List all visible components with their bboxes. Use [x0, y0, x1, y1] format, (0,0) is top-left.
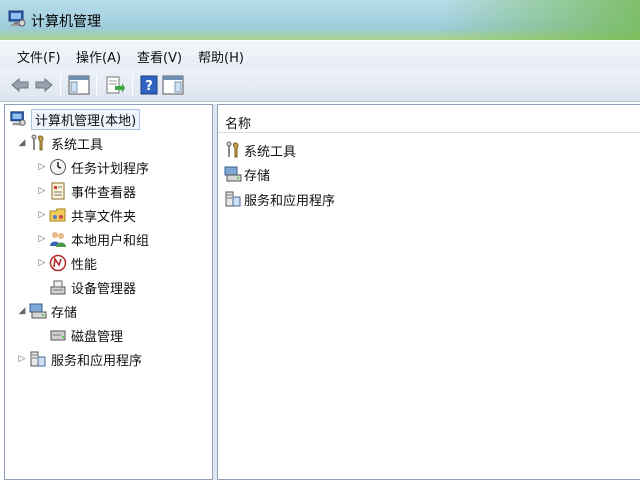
collapsed-arrow-icon[interactable]: ▷: [15, 352, 29, 366]
svg-text:?: ?: [145, 79, 153, 94]
show-hide-action-pane-icon[interactable]: [161, 73, 185, 97]
list-item-label: 服务和应用程序: [244, 193, 336, 209]
tree-root-label: 计算机管理(本地): [31, 108, 141, 130]
services-icon: [29, 350, 47, 368]
menu-view[interactable]: 查看(V): [137, 47, 182, 66]
performance-icon: [49, 254, 67, 272]
title-bar[interactable]: 计算机管理: [0, 0, 640, 40]
users-icon: [49, 230, 67, 248]
console-tree[interactable]: 计算机管理(本地) ◢ 系统工具 ▷ 任务计划程序 ▷ 事件查看器 ▷ 共享文件…: [4, 104, 213, 480]
toolbar: ?: [0, 68, 640, 102]
tree-item-label: 性能: [71, 257, 98, 273]
event-viewer-icon: [49, 182, 67, 200]
toolbar-separator: [60, 74, 61, 96]
show-hide-tree-icon[interactable]: [67, 73, 91, 97]
tree-item-performance[interactable]: ▷ 性能: [35, 252, 97, 274]
tree-item-event-viewer[interactable]: ▷ 事件查看器: [35, 180, 136, 202]
tree-item-label: 事件查看器: [71, 185, 137, 201]
column-header-name[interactable]: 名称: [218, 105, 640, 133]
export-list-icon[interactable]: [103, 73, 127, 97]
shared-folder-icon: [49, 206, 67, 224]
services-icon: [224, 190, 242, 208]
device-manager-icon: [49, 278, 67, 296]
storage-icon: [224, 165, 242, 183]
tree-item-label: 存储: [51, 305, 78, 321]
tree-item-services-apps[interactable]: ▷ 服务和应用程序: [15, 348, 142, 370]
tree-item-label: 系统工具: [51, 137, 104, 153]
column-header-label: 名称: [225, 117, 252, 132]
menu-help[interactable]: 帮助(H): [198, 47, 244, 66]
list-item-services-apps[interactable]: 服务和应用程序: [224, 188, 335, 210]
menu-action[interactable]: 操作(A): [76, 47, 121, 66]
tree-item-device-manager[interactable]: 设备管理器: [49, 276, 136, 298]
expanded-arrow-icon[interactable]: ◢: [15, 304, 29, 318]
tree-item-label: 任务计划程序: [71, 161, 150, 177]
tree-item-label: 磁盘管理: [71, 329, 124, 345]
tree-item-label: 设备管理器: [71, 281, 137, 297]
help-icon[interactable]: ?: [137, 73, 161, 97]
tree-item-label: 共享文件夹: [71, 209, 137, 225]
computer-management-icon: [7, 9, 27, 29]
collapsed-arrow-icon[interactable]: ▷: [35, 208, 49, 222]
collapsed-arrow-icon[interactable]: ▷: [35, 160, 49, 174]
window-title: 计算机管理: [31, 14, 101, 30]
list-item-label: 存储: [244, 168, 271, 184]
tree-item-system-tools[interactable]: ◢ 系统工具: [15, 132, 103, 154]
tree-item-disk-management[interactable]: 磁盘管理: [49, 324, 123, 346]
tree-item-task-scheduler[interactable]: ▷ 任务计划程序: [35, 156, 149, 178]
tree-item-storage[interactable]: ◢ 存储: [15, 300, 77, 322]
collapsed-arrow-icon[interactable]: ▷: [35, 184, 49, 198]
title-bar-glow: [440, 0, 640, 40]
storage-icon: [29, 302, 47, 320]
list-item-label: 系统工具: [244, 144, 297, 160]
tree-item-local-users[interactable]: ▷ 本地用户和组: [35, 228, 149, 250]
forward-arrow-icon[interactable]: [32, 73, 56, 97]
menu-bar: 文件(F) 操作(A) 查看(V) 帮助(H): [0, 40, 640, 68]
tree-item-label: 服务和应用程序: [51, 353, 143, 369]
list-item-system-tools[interactable]: 系统工具: [224, 139, 296, 161]
clock-icon: [49, 158, 67, 176]
disk-icon: [49, 326, 67, 344]
details-pane[interactable]: 名称 系统工具 存储 服务和应用程序: [217, 104, 640, 480]
toolbar-separator: [96, 74, 97, 96]
back-arrow-icon[interactable]: [8, 73, 32, 97]
tools-icon: [29, 134, 47, 152]
computer-management-icon: [9, 110, 27, 128]
menu-file[interactable]: 文件(F): [17, 47, 61, 66]
collapsed-arrow-icon[interactable]: ▷: [35, 232, 49, 246]
tree-item-label: 本地用户和组: [71, 233, 150, 249]
tree-item-shared-folders[interactable]: ▷ 共享文件夹: [35, 204, 136, 226]
tools-icon: [224, 141, 242, 159]
collapsed-arrow-icon[interactable]: ▷: [35, 256, 49, 270]
list-item-storage[interactable]: 存储: [224, 163, 270, 185]
tree-root[interactable]: 计算机管理(本地): [9, 108, 141, 130]
expanded-arrow-icon[interactable]: ◢: [15, 136, 29, 150]
toolbar-separator: [132, 74, 133, 96]
